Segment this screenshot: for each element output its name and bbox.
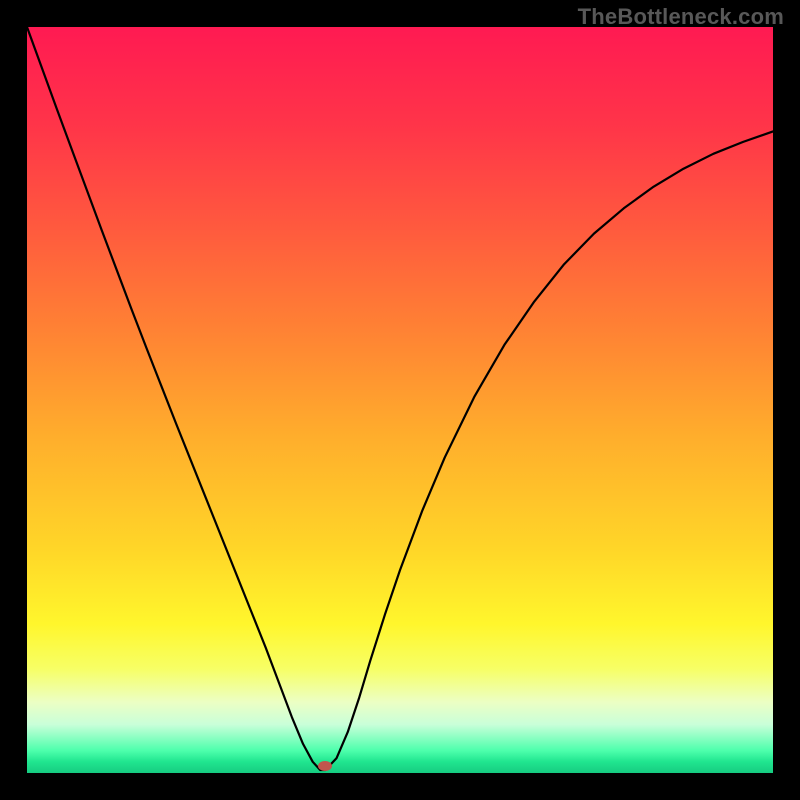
optimal-point-marker — [318, 761, 332, 771]
plot-area — [27, 27, 773, 773]
chart-frame: TheBottleneck.com — [0, 0, 800, 800]
bottleneck-curve — [27, 27, 773, 773]
